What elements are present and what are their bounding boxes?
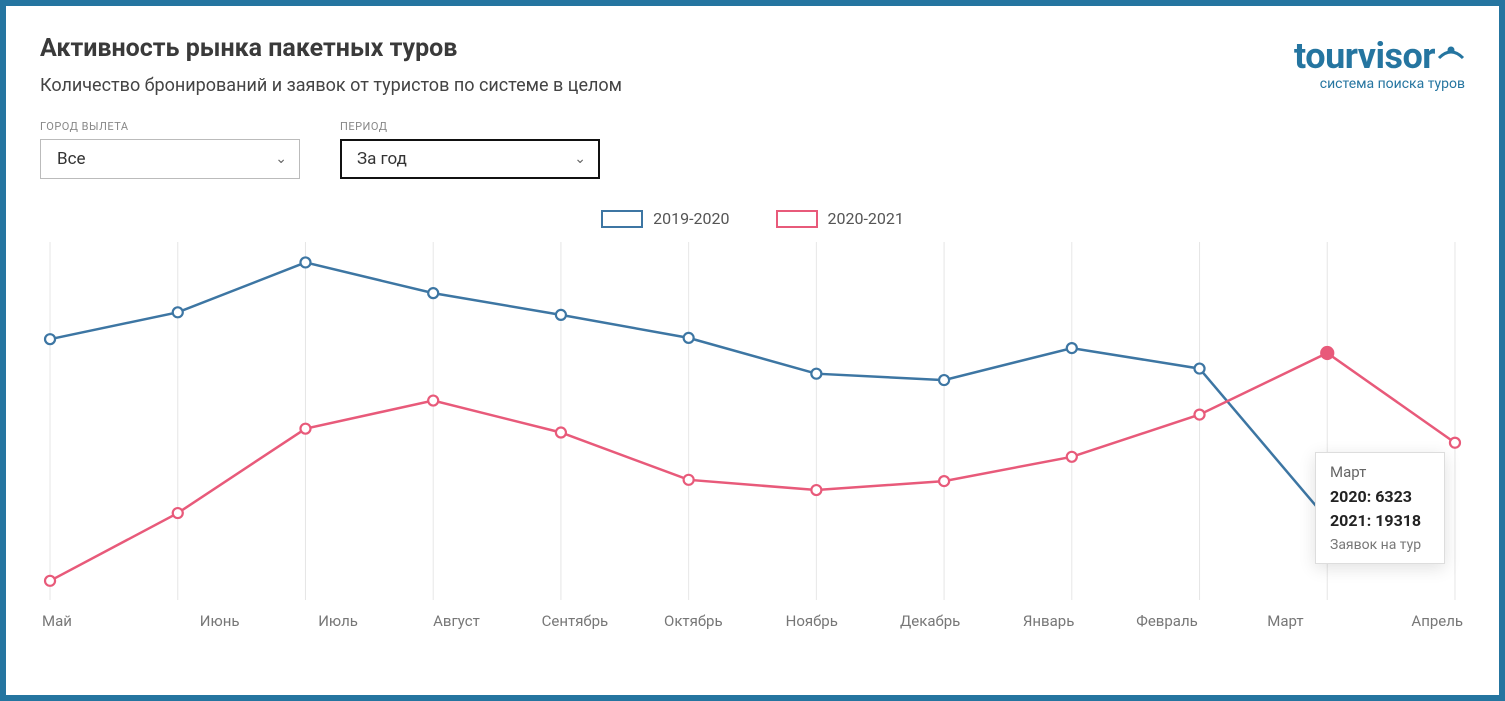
logo-tagline: система поиска туров — [1294, 76, 1465, 92]
legend-swatch-s1 — [601, 210, 643, 228]
legend-item-2020-2021[interactable]: 2020-2021 — [776, 209, 904, 228]
period-filter-label: ПЕРИОД — [340, 120, 600, 133]
city-select-value: Все — [57, 149, 86, 169]
x-tick-label: Март — [1226, 612, 1344, 630]
x-tick-label: Май — [42, 612, 160, 630]
line-chart-svg — [40, 236, 1465, 606]
x-tick-label: Сентябрь — [516, 612, 634, 630]
chart-legend: 2019-2020 2020-2021 — [40, 209, 1465, 228]
city-select[interactable]: Все ⌄ — [40, 139, 300, 179]
tooltip-footer: Заявок на тур — [1330, 537, 1430, 553]
eye-icon — [1437, 34, 1465, 70]
x-tick-label: Апрель — [1345, 612, 1463, 630]
chart-tooltip: Март 2020: 6323 2021: 19318 Заявок на ту… — [1315, 452, 1445, 564]
x-tick-label: Июнь — [160, 612, 278, 630]
page-title: Активность рынка пакетных туров — [40, 34, 622, 63]
chevron-down-icon: ⌄ — [275, 151, 287, 167]
page-subtitle: Количество бронирований и заявок от тури… — [40, 75, 622, 96]
legend-label-s2: 2020-2021 — [828, 209, 904, 228]
tooltip-month: Март — [1330, 463, 1430, 481]
legend-label-s1: 2019-2020 — [653, 209, 729, 228]
chevron-down-icon: ⌄ — [574, 151, 586, 167]
x-tick-label: Октябрь — [634, 612, 752, 630]
period-select-value: За год — [357, 149, 407, 169]
brand-logo: tourvisor система поиска туров — [1294, 34, 1465, 92]
legend-swatch-s2 — [776, 210, 818, 228]
x-tick-label: Январь — [989, 612, 1107, 630]
x-tick-label: Февраль — [1108, 612, 1226, 630]
x-tick-label: Ноябрь — [753, 612, 871, 630]
x-axis-labels: МайИюньИюльАвгустСентябрьОктябрьНоябрьДе… — [40, 612, 1465, 630]
x-tick-label: Август — [397, 612, 515, 630]
city-filter-label: ГОРОД ВЫЛЕТА — [40, 120, 300, 133]
period-select[interactable]: За год ⌄ — [340, 139, 600, 179]
legend-item-2019-2020[interactable]: 2019-2020 — [601, 209, 729, 228]
x-tick-label: Июль — [279, 612, 397, 630]
chart-plot-area[interactable]: Март 2020: 6323 2021: 19318 Заявок на ту… — [40, 236, 1465, 606]
logo-text: tourvisor — [1294, 35, 1435, 77]
chart-card: Активность рынка пакетных туров Количест… — [0, 0, 1505, 701]
x-tick-label: Декабрь — [871, 612, 989, 630]
